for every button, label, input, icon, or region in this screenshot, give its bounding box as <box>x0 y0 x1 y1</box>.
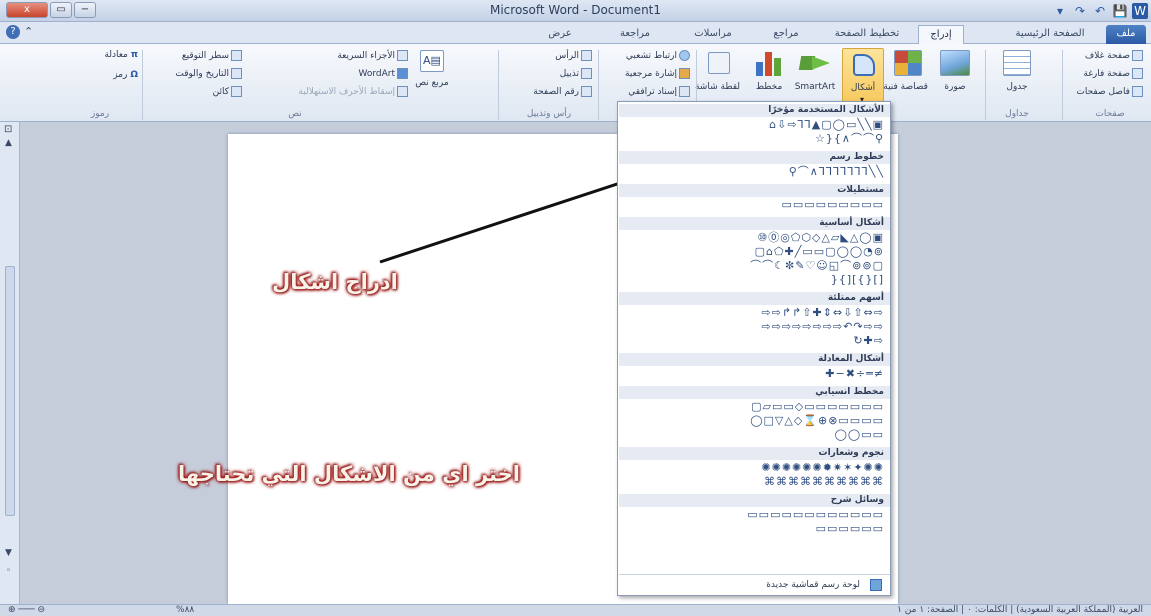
zoom-level[interactable]: %٨٨ <box>176 605 194 615</box>
shape-row[interactable]: }{][{}[] <box>831 274 884 286</box>
gallery-section-title: وسائل شرح <box>619 494 890 507</box>
shape-row[interactable]: ☆}{∧⌒⌒⚲ <box>815 133 884 145</box>
shape-row[interactable]: ◯◯▭▭ <box>835 429 884 441</box>
pointer-arrow <box>379 103 862 264</box>
shape-row[interactable]: ⚲⌒∧⅂⅂⅂⅂⅂⅂⅂╲╲ <box>789 166 884 178</box>
callout-choose-shape: اختر اي من الاشكال التي تحتاجها <box>178 462 520 486</box>
gallery-section-title: مخطط انسيابي <box>619 386 890 399</box>
shape-row[interactable]: ▢▱▭▭◇▭▭▭▭▭▭▭ <box>751 401 884 413</box>
shape-row[interactable]: ▭▭▭▭▭▭▭▭▭ <box>781 199 884 211</box>
shape-row[interactable]: ▭▭▭▭▭▭ <box>816 523 884 535</box>
gallery-section-title: أشكال المعادلة <box>619 353 890 366</box>
shape-row[interactable]: ✚−✖÷═≠ <box>825 368 884 380</box>
new-drawing-canvas-item[interactable]: لوحة رسم قماشية جديدة <box>619 574 890 594</box>
gallery-section-title: أسهم ممتلئة <box>619 292 890 305</box>
shape-row[interactable]: ⇨⇨↱↱⇧✚⇕⇔⇩⇧⇔⇨ <box>761 307 884 319</box>
shapes-gallery[interactable]: الأشكال المستخدمة مؤخرًا ⌂⇩⇨⅂⅂▲▢◯▭╲╲▣ ☆}{∧… <box>617 101 891 596</box>
gallery-section-title: مستطيلات <box>619 184 890 197</box>
new-drawing-canvas-label: لوحة رسم قماشية جديدة <box>766 580 860 590</box>
shape-row[interactable]: ▭▭▭▭▭▭▭▭▭▭▭▭ <box>747 509 884 521</box>
status-bar: ⊕ ─── ⊖ %٨٨ العربية (المملكة العربية الس… <box>0 604 1151 616</box>
shape-row[interactable]: ◯□▽△◇⌛⊕⊗▭▭▭▭ <box>750 415 884 427</box>
gallery-section-title: أشكال أساسية <box>619 217 890 230</box>
gallery-section-title: الأشكال المستخدمة مؤخرًا <box>619 104 890 117</box>
shape-row[interactable]: ↻✚⇨ <box>853 335 884 347</box>
drawing-canvas-icon <box>870 579 882 591</box>
gallery-section-title: نجوم وشعارات <box>619 447 890 460</box>
shape-row[interactable]: ⇨⇨⇨⇨⇨⇨⇨⇨↶↷⇨⇨ <box>761 321 884 333</box>
shape-row[interactable]: ⑩⓪◎⬠⬡◇△▱◣△◯▣ <box>757 232 884 244</box>
callout-insert-shapes: ادراج اشكال <box>272 270 398 294</box>
shape-row[interactable]: ⌘⌘⌘⌘⌘⌘⌘⌘⌘⌘ <box>764 476 884 488</box>
gallery-section-title: خطوط رسم <box>619 151 890 164</box>
shape-row[interactable]: ⌂⇩⇨⅂⅂▲▢◯▭╲╲▣ <box>769 119 884 131</box>
shape-row[interactable]: ⌒⌒☾✼✎♡☺◱⌒⊚⊚▢ <box>750 260 884 272</box>
zoom-controls-icon[interactable]: ⊕ ─── ⊖ <box>8 605 45 615</box>
status-info: العربية (المملكة العربية السعودية) | الك… <box>897 605 1143 615</box>
shape-row[interactable]: ✺✺✺✺✺✺✹✷✶✦✺✺ <box>761 462 884 474</box>
shape-row[interactable]: ▢⌂⬠✚╱▭▭▢◯◯◔⊚ <box>755 246 884 258</box>
